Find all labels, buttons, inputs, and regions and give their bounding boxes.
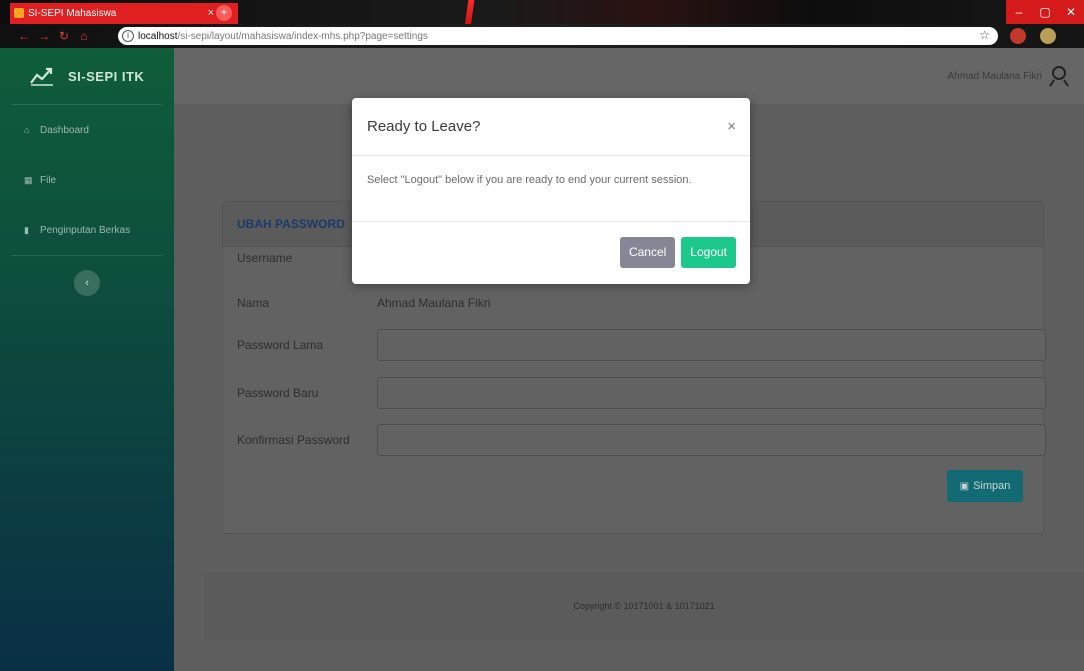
home-icon[interactable]: ⌂	[74, 29, 94, 43]
form-row-nama: Nama Ahmad Maulana Fikri	[237, 296, 490, 310]
favicon-icon	[14, 8, 24, 18]
logout-modal: Ready to Leave? × Select "Logout" below …	[352, 98, 750, 284]
logout-button[interactable]: Logout	[681, 236, 736, 268]
url-path: /si-sepi/layout/mahasiswa/index-mhs.php?…	[177, 30, 428, 42]
footer: Copyright © 10171001 & 10171021	[204, 572, 1084, 640]
nama-value: Ahmad Maulana Fikri	[377, 296, 491, 310]
save-label: Simpan	[973, 480, 1011, 492]
password-baru-input[interactable]	[377, 377, 1046, 409]
form-row-password-lama: Password Lama	[237, 329, 1046, 361]
tab-title: SI-SEPI Mahasiswa	[28, 8, 117, 19]
sidebar: SI-SEPI ITK ⌂ Dashboard ▦ File ▮ Penginp…	[0, 48, 174, 671]
sidebar-brand[interactable]: SI-SEPI ITK	[0, 48, 174, 104]
sidebar-item-label: File	[40, 174, 57, 186]
user-icon[interactable]	[1048, 65, 1070, 87]
back-arrow-icon[interactable]: ←	[14, 29, 34, 43]
sidebar-item-label: Dashboard	[40, 124, 89, 136]
topbar: Ahmad Maulana Fikri	[174, 48, 1084, 104]
sidebar-item-penginputan-berkas[interactable]: ▮ Penginputan Berkas	[0, 205, 174, 255]
nama-label: Nama	[237, 296, 270, 310]
modal-header: Ready to Leave? ×	[352, 98, 750, 156]
password-lama-input[interactable]	[377, 329, 1046, 361]
sidebar-item-label: Penginputan Berkas	[40, 224, 131, 236]
maximize-button[interactable]: ▢	[1032, 0, 1058, 24]
save-button[interactable]: ▣ Simpan	[947, 470, 1023, 502]
sidebar-divider	[12, 255, 162, 256]
brand-name: SI-SEPI ITK	[68, 68, 145, 84]
modal-title: Ready to Leave?	[367, 118, 481, 135]
new-tab-button[interactable]: +	[216, 5, 232, 21]
modal-body: Select "Logout" below if you are ready t…	[352, 156, 750, 222]
form-row-konfirmasi-password: Konfirmasi Password	[237, 424, 1046, 456]
info-icon[interactable]: i	[122, 30, 134, 42]
bar-chart-icon: ▮	[24, 224, 29, 235]
browser-toolbar: ← → ↻ ⌂ i localhost /si-sepi/layout/maha…	[0, 24, 1084, 48]
close-window-button[interactable]: ✕	[1058, 0, 1084, 24]
browser-tab-bar: SI-SEPI Mahasiswa × + – ▢ ✕	[0, 0, 1084, 48]
cancel-button[interactable]: Cancel	[619, 236, 676, 268]
home-icon: ⌂	[24, 125, 30, 135]
extension-icon[interactable]	[1010, 28, 1026, 44]
konfirmasi-password-input[interactable]	[377, 424, 1046, 456]
sidebar-item-dashboard[interactable]: ⌂ Dashboard	[0, 105, 174, 155]
floppy-disk-icon: ▣	[959, 480, 970, 492]
chart-line-icon	[30, 67, 53, 86]
copyright-text: Copyright © 10171001 & 10171021	[573, 601, 715, 611]
konfirmasi-password-label: Konfirmasi Password	[237, 433, 350, 447]
modal-footer: Cancel Logout	[352, 222, 750, 282]
password-lama-label: Password Lama	[237, 338, 324, 352]
bookmark-star-icon[interactable]: ☆	[979, 28, 990, 42]
address-bar[interactable]: i localhost /si-sepi/layout/mahasiswa/in…	[118, 27, 998, 45]
password-baru-label: Password Baru	[237, 386, 319, 400]
profile-avatar-icon[interactable]	[1040, 28, 1056, 44]
sidebar-toggle-button[interactable]: ‹	[74, 270, 100, 296]
table-icon: ▦	[24, 174, 33, 185]
reload-icon[interactable]: ↻	[54, 29, 74, 43]
url-host: localhost	[138, 30, 178, 42]
close-icon[interactable]: ×	[727, 118, 736, 135]
forward-arrow-icon[interactable]: →	[34, 29, 54, 43]
sidebar-item-file[interactable]: ▦ File	[0, 155, 174, 205]
tab-close-icon[interactable]: ×	[208, 7, 214, 19]
window-controls: – ▢ ✕	[1006, 0, 1084, 24]
minimize-button[interactable]: –	[1006, 0, 1032, 24]
form-row-password-baru: Password Baru	[237, 377, 1046, 409]
user-name[interactable]: Ahmad Maulana Fikri	[948, 71, 1042, 82]
browser-tab[interactable]: SI-SEPI Mahasiswa × +	[10, 3, 238, 24]
